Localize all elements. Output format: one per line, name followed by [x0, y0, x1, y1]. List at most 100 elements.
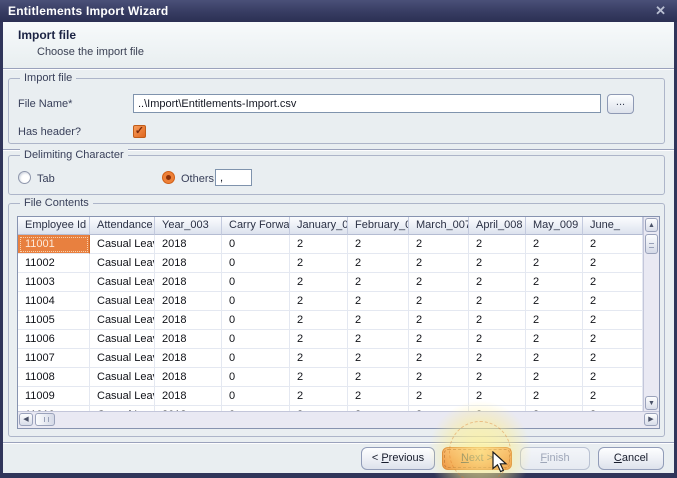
grid-cell[interactable]: 2018: [155, 254, 222, 273]
grid-cell[interactable]: 2: [583, 368, 643, 387]
grid-cell[interactable]: 0: [222, 254, 290, 273]
grid-cell[interactable]: 2: [583, 254, 643, 273]
grid-cell[interactable]: 2018: [155, 368, 222, 387]
horizontal-scroll-thumb[interactable]: [35, 413, 55, 426]
grid-cell[interactable]: 2: [583, 349, 643, 368]
grid-cell[interactable]: 2: [469, 311, 526, 330]
grid-cell[interactable]: 2: [290, 349, 348, 368]
column-header[interactable]: Year_003: [155, 217, 222, 235]
grid-cell[interactable]: 2: [583, 235, 643, 254]
table-row[interactable]: 11002 Casual Leav 2018 0 2 2 2 2 2 2: [18, 254, 643, 273]
table-row[interactable]: 11009 Casual Leav 2018 0 2 2 2 2 2 2: [18, 387, 643, 406]
grid-cell[interactable]: 2018: [155, 387, 222, 406]
grid-cell[interactable]: 2018: [155, 330, 222, 349]
grid-cell[interactable]: 2018: [155, 273, 222, 292]
file-name-input[interactable]: [133, 94, 601, 113]
grid-cell[interactable]: 2: [469, 273, 526, 292]
grid-cell[interactable]: 2: [409, 330, 469, 349]
column-header[interactable]: Carry Forwa: [222, 217, 290, 235]
grid-cell[interactable]: Casual Leav: [90, 273, 155, 292]
grid-cell[interactable]: 2: [409, 254, 469, 273]
grid-cell[interactable]: Casual Leav: [90, 292, 155, 311]
vertical-scroll-thumb[interactable]: [645, 234, 658, 254]
grid-cell[interactable]: 0: [222, 292, 290, 311]
grid-cell[interactable]: 2: [469, 235, 526, 254]
grid-cell[interactable]: 2: [526, 254, 583, 273]
column-header[interactable]: Attendance: [90, 217, 155, 235]
grid-cell[interactable]: 2: [526, 330, 583, 349]
grid-cell[interactable]: 2018: [155, 349, 222, 368]
grid-cell[interactable]: 2: [290, 254, 348, 273]
cancel-button[interactable]: Cancel: [598, 447, 664, 470]
grid-cell[interactable]: 11009: [18, 387, 90, 406]
grid-cell[interactable]: 2: [348, 368, 409, 387]
grid-cell[interactable]: 2: [583, 292, 643, 311]
grid-cell[interactable]: 0: [222, 235, 290, 254]
delimiter-input[interactable]: [215, 169, 252, 186]
grid-cell[interactable]: 2: [526, 349, 583, 368]
table-row[interactable]: 11001 Casual Leav 2018 0 2 2 2 2 2 2: [18, 235, 643, 254]
grid-cell[interactable]: 11003: [18, 273, 90, 292]
table-row[interactable]: 11005 Casual Leav 2018 0 2 2 2 2 2 2: [18, 311, 643, 330]
grid-cell[interactable]: Casual Leav: [90, 254, 155, 273]
grid-cell[interactable]: Casual Leav: [90, 330, 155, 349]
grid-cell[interactable]: 2: [469, 254, 526, 273]
grid-cell[interactable]: 2018: [155, 292, 222, 311]
close-icon[interactable]: ✕: [655, 3, 666, 19]
grid-cell[interactable]: 2: [409, 235, 469, 254]
column-header[interactable]: January_00: [290, 217, 348, 235]
scroll-right-icon[interactable]: ▶: [644, 413, 658, 426]
grid-cell[interactable]: 2018: [155, 235, 222, 254]
previous-button[interactable]: < Previous: [361, 447, 435, 470]
grid-cell[interactable]: 2: [469, 330, 526, 349]
scroll-left-icon[interactable]: ◀: [19, 413, 33, 426]
grid-cell[interactable]: 2: [583, 311, 643, 330]
column-header[interactable]: June_: [583, 217, 643, 235]
others-radio[interactable]: [162, 171, 175, 184]
grid-cell[interactable]: 2: [409, 368, 469, 387]
grid-cell[interactable]: 2018: [155, 311, 222, 330]
grid-cell[interactable]: 11001: [18, 235, 90, 254]
grid-cell[interactable]: Casual Leav: [90, 368, 155, 387]
grid-cell[interactable]: 2: [290, 368, 348, 387]
grid-cell[interactable]: 2: [526, 235, 583, 254]
grid-cell[interactable]: 2: [469, 349, 526, 368]
grid-cell[interactable]: 2: [526, 273, 583, 292]
grid-cell[interactable]: 2: [526, 368, 583, 387]
grid-cell[interactable]: 2: [469, 368, 526, 387]
column-header[interactable]: April_008: [469, 217, 526, 235]
grid-cell[interactable]: 2: [409, 292, 469, 311]
table-row[interactable]: 11003 Casual Leav 2018 0 2 2 2 2 2 2: [18, 273, 643, 292]
grid-cell[interactable]: 2: [348, 311, 409, 330]
grid-cell[interactable]: 11006: [18, 330, 90, 349]
grid-cell[interactable]: 2: [348, 387, 409, 406]
tab-radio[interactable]: [18, 171, 31, 184]
grid-cell[interactable]: 11004: [18, 292, 90, 311]
grid-cell[interactable]: 2: [583, 273, 643, 292]
grid-cell[interactable]: Casual Leav: [90, 349, 155, 368]
vertical-scrollbar[interactable]: ▲ ▼: [643, 217, 659, 411]
grid-cell[interactable]: 2: [348, 254, 409, 273]
scroll-up-icon[interactable]: ▲: [645, 218, 658, 232]
next-button[interactable]: Next >: [442, 447, 512, 470]
grid-cell[interactable]: Casual Leav: [90, 311, 155, 330]
grid-cell[interactable]: 2: [526, 311, 583, 330]
grid-cell[interactable]: 0: [222, 311, 290, 330]
table-row[interactable]: 11008 Casual Leav 2018 0 2 2 2 2 2 2: [18, 368, 643, 387]
grid-cell[interactable]: Casual Leav: [90, 387, 155, 406]
grid-cell[interactable]: 2: [409, 349, 469, 368]
table-row[interactable]: 11007 Casual Leav 2018 0 2 2 2 2 2 2: [18, 349, 643, 368]
grid-cell[interactable]: 11007: [18, 349, 90, 368]
grid-cell[interactable]: 0: [222, 368, 290, 387]
horizontal-scrollbar[interactable]: ◀ ▶: [18, 411, 659, 428]
grid-cell[interactable]: 0: [222, 349, 290, 368]
column-header[interactable]: March_007: [409, 217, 469, 235]
grid-cell[interactable]: 2: [290, 330, 348, 349]
grid-cell[interactable]: 2: [348, 273, 409, 292]
grid-cell[interactable]: 2: [290, 387, 348, 406]
grid-cell[interactable]: 2: [348, 330, 409, 349]
grid-cell[interactable]: 2: [526, 387, 583, 406]
column-header[interactable]: May_009: [526, 217, 583, 235]
grid-cell[interactable]: 2: [348, 292, 409, 311]
grid-cell[interactable]: 2: [409, 273, 469, 292]
